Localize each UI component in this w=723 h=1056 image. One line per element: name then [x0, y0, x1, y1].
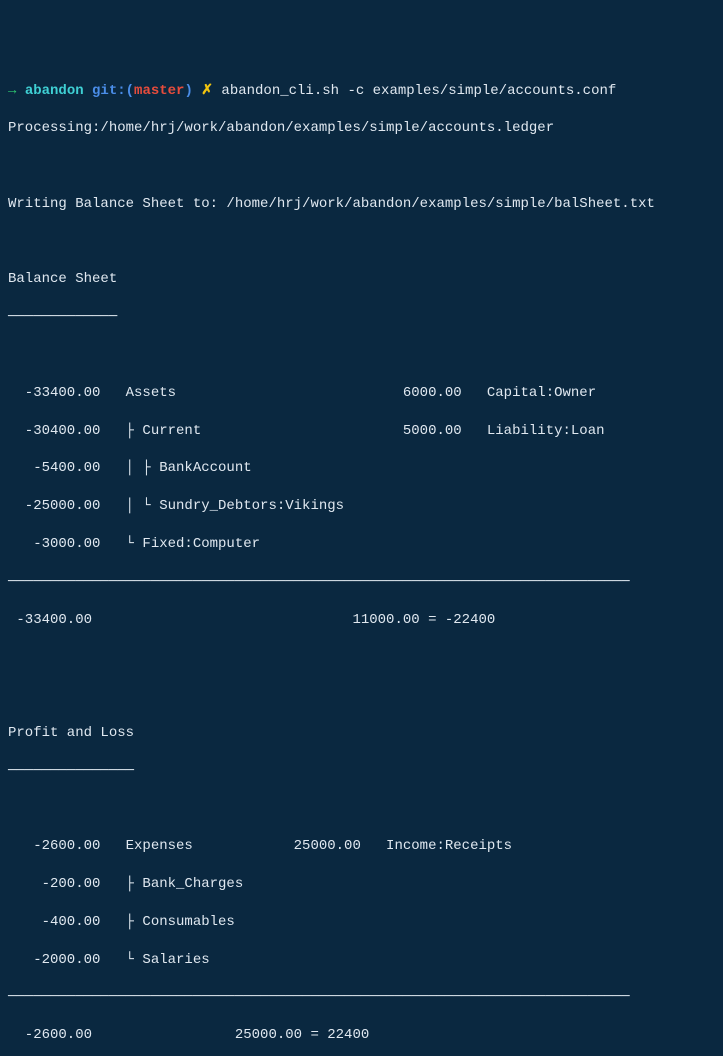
writing-line: Writing Balance Sheet to: /home/hrj/work…	[8, 195, 715, 214]
divider: ────────────────────────────────────────…	[8, 573, 715, 592]
prompt-git-label: git:(	[84, 83, 134, 99]
command-text: abandon_cli.sh -c examples/simple/accoun…	[221, 83, 616, 99]
divider: ───────────────	[8, 762, 715, 781]
table-row: -30400.00 ├ Current 5000.00 Liability:Lo…	[8, 422, 715, 441]
table-row: -2000.00 └ Salaries	[8, 951, 715, 970]
divider: ────────────────────────────────────────…	[8, 988, 715, 1007]
balance-sheet-total: -33400.00 11000.00 = -22400	[8, 611, 715, 630]
table-row: -3000.00 └ Fixed:Computer	[8, 535, 715, 554]
balance-sheet-title: Balance Sheet	[8, 270, 715, 289]
table-row: -5400.00 │ ├ BankAccount	[8, 459, 715, 478]
prompt-line-1[interactable]: → abandon git:(master) ✗ abandon_cli.sh …	[8, 82, 715, 101]
prompt-dirty-icon: ✗	[201, 83, 221, 99]
table-row: -200.00 ├ Bank_Charges	[8, 875, 715, 894]
prompt-folder: abandon	[25, 83, 84, 99]
prompt-arrow-icon: →	[8, 83, 25, 99]
table-row: -2600.00 Expenses 25000.00 Income:Receip…	[8, 837, 715, 856]
prompt-branch: master	[134, 83, 184, 99]
processing-line: Processing:/home/hrj/work/abandon/exampl…	[8, 119, 715, 138]
divider: ─────────────	[8, 308, 715, 327]
profit-loss-title: Profit and Loss	[8, 724, 715, 743]
profit-loss-total: -2600.00 25000.00 = 22400	[8, 1026, 715, 1045]
prompt-git-close: )	[184, 83, 201, 99]
table-row: -25000.00 │ └ Sundry_Debtors:Vikings	[8, 497, 715, 516]
table-row: -400.00 ├ Consumables	[8, 913, 715, 932]
table-row: -33400.00 Assets 6000.00 Capital:Owner	[8, 384, 715, 403]
